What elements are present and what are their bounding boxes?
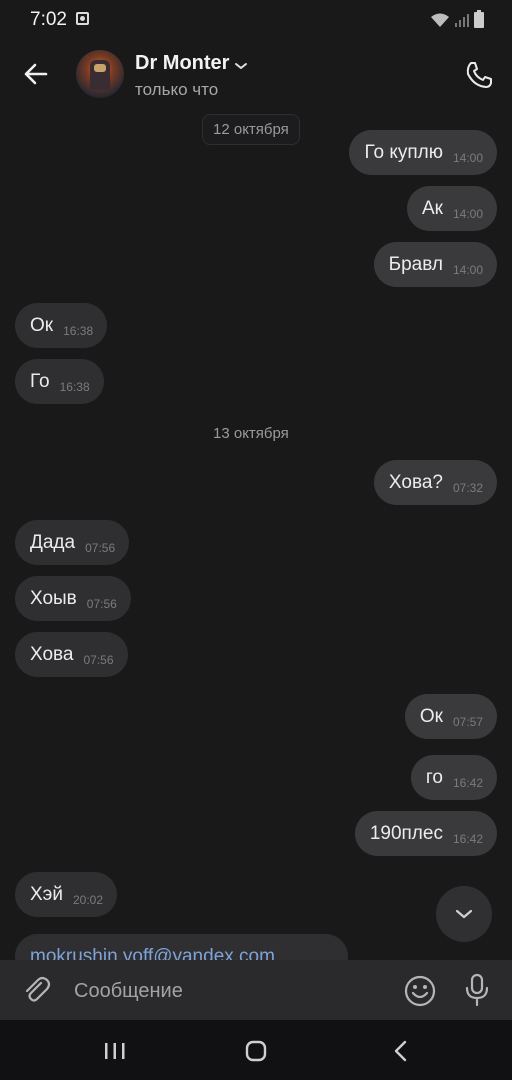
message-text: Хоыв bbox=[30, 587, 77, 609]
back-arrow-icon[interactable] bbox=[20, 58, 52, 90]
message-bubble-outgoing[interactable]: Хова? 07:32 bbox=[373, 460, 497, 505]
message-time: 14:00 bbox=[452, 262, 483, 277]
message-bubble-outgoing[interactable]: Ак 14:00 bbox=[406, 186, 497, 231]
message-text: Хова? bbox=[388, 471, 443, 493]
message-time: 07:32 bbox=[452, 480, 483, 495]
chat-header: Dr Monter только что bbox=[0, 38, 512, 114]
message-time: 20:02 bbox=[72, 892, 104, 907]
message-text: Ок bbox=[419, 705, 443, 727]
message-bubble-outgoing[interactable]: Го куплю 14:00 bbox=[349, 130, 497, 175]
message-input[interactable] bbox=[72, 970, 396, 1012]
date-separator: 12 октября bbox=[202, 114, 300, 145]
chevron-down-icon bbox=[455, 909, 473, 919]
phone-icon[interactable] bbox=[462, 58, 496, 92]
message-composer bbox=[0, 960, 512, 1020]
message-bubble-incoming[interactable]: Хэй 20:02 bbox=[15, 872, 118, 917]
battery-icon bbox=[474, 10, 484, 28]
contact-status: только что bbox=[135, 80, 219, 99]
message-time: 14:00 bbox=[452, 150, 483, 165]
recent-apps-icon[interactable] bbox=[100, 1036, 130, 1066]
message-time: 07:57 bbox=[452, 714, 483, 729]
message-bubble-outgoing[interactable]: Ок 07:57 bbox=[404, 694, 497, 739]
message-text: Го куплю bbox=[364, 141, 443, 163]
message-bubble-incoming[interactable]: Дада 07:56 bbox=[15, 520, 130, 565]
home-icon[interactable] bbox=[241, 1036, 271, 1066]
back-icon[interactable] bbox=[386, 1036, 416, 1066]
notification-icon bbox=[76, 12, 89, 25]
system-navigation-bar bbox=[0, 1020, 512, 1080]
status-time: 7:02 bbox=[30, 9, 67, 30]
message-bubble-outgoing[interactable]: го 16:42 bbox=[410, 755, 497, 800]
status-bar: 7:02 bbox=[0, 0, 512, 38]
message-text: Хэй bbox=[30, 883, 63, 905]
email-link[interactable]: mokrushin.yoff@yandex.com bbox=[30, 946, 275, 961]
message-bubble-incoming[interactable]: mokrushin.yoff@yandex.com bbox=[15, 934, 348, 960]
message-text: 190плес bbox=[369, 822, 443, 844]
contact-avatar[interactable] bbox=[76, 50, 124, 98]
message-bubble-incoming[interactable]: Хоыв 07:56 bbox=[15, 576, 131, 621]
microphone-icon[interactable] bbox=[462, 973, 492, 1007]
message-list[interactable]: 12 октября Го куплю 14:00 Ак 14:00 Бравл… bbox=[0, 110, 512, 960]
message-time: 16:42 bbox=[452, 831, 483, 846]
message-text: Ок bbox=[30, 314, 54, 336]
message-bubble-incoming[interactable]: Хова 07:56 bbox=[15, 632, 128, 677]
paperclip-icon[interactable] bbox=[20, 974, 52, 1006]
message-time: 16:38 bbox=[59, 379, 90, 394]
message-time: 07:56 bbox=[85, 540, 116, 555]
message-text: Ак bbox=[421, 197, 443, 219]
message-bubble-outgoing[interactable]: 190плес 16:42 bbox=[354, 811, 497, 856]
smiley-icon[interactable] bbox=[403, 974, 437, 1008]
message-bubble-incoming[interactable]: Ок 16:38 bbox=[15, 303, 108, 348]
message-text: Го bbox=[30, 370, 50, 392]
message-time: 07:56 bbox=[86, 596, 117, 611]
message-time: 14:00 bbox=[452, 206, 483, 221]
signal-icon bbox=[455, 14, 469, 27]
message-time: 07:56 bbox=[83, 652, 114, 667]
message-text: Бравл bbox=[388, 253, 443, 275]
message-time: 16:38 bbox=[63, 323, 94, 338]
message-text: го bbox=[425, 766, 443, 788]
message-time: 16:42 bbox=[452, 775, 483, 790]
wifi-icon bbox=[431, 13, 449, 27]
chevron-down-icon[interactable] bbox=[233, 58, 249, 74]
message-text: Хова bbox=[30, 643, 74, 665]
message-bubble-outgoing[interactable]: Бравл 14:00 bbox=[373, 242, 497, 287]
contact-name[interactable]: Dr Monter bbox=[135, 52, 229, 75]
message-text: Дада bbox=[30, 531, 76, 553]
scroll-to-bottom-button[interactable] bbox=[436, 886, 492, 942]
message-bubble-incoming[interactable]: Го 16:38 bbox=[15, 359, 104, 404]
date-separator: 13 октября bbox=[213, 425, 289, 442]
status-indicators bbox=[430, 10, 484, 28]
